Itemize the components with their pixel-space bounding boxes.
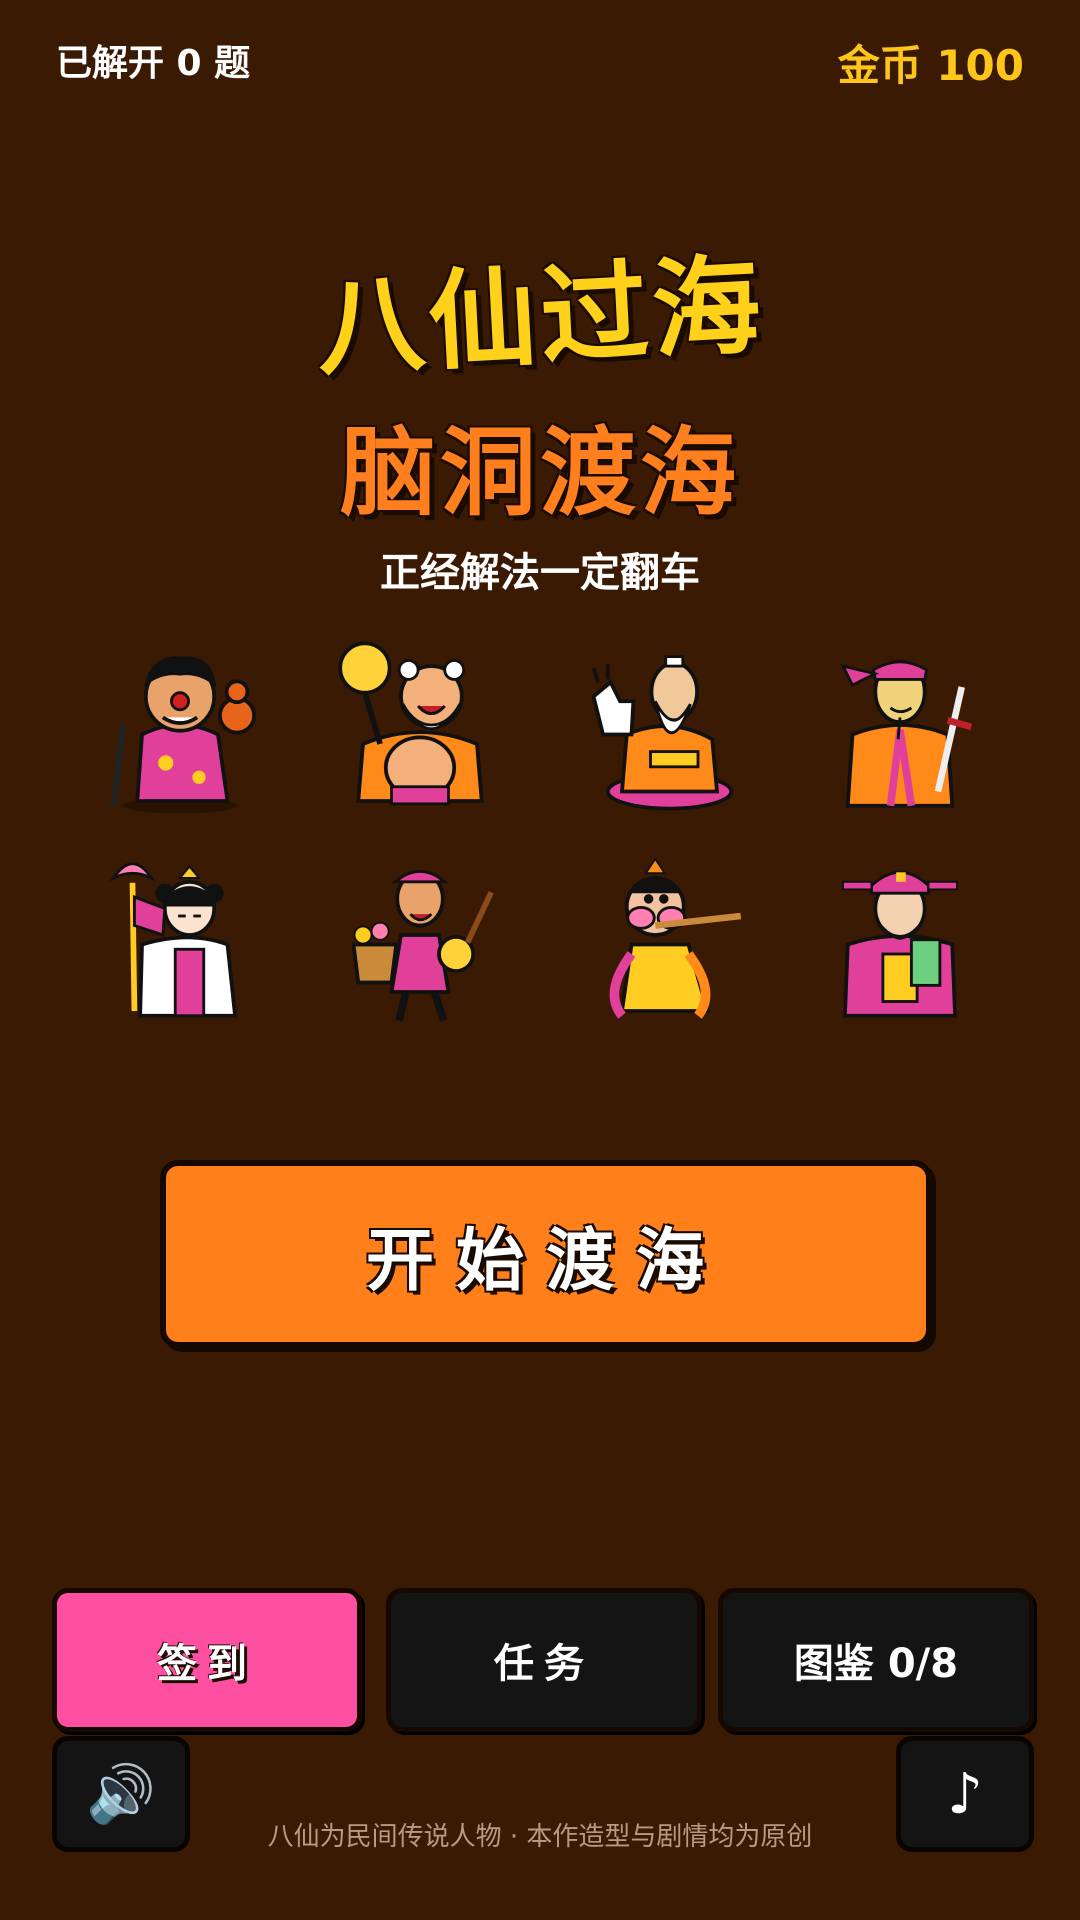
unlocked-count: 已解开 0 题 — [56, 43, 251, 84]
character-grid — [60, 620, 1020, 1040]
tasks-button[interactable]: 任务 — [386, 1588, 702, 1732]
hanxiangzi-character-icon — [540, 830, 780, 1040]
hanzhongli-character-icon — [300, 620, 540, 830]
start-game-button[interactable]: 开始渡海 — [160, 1160, 932, 1348]
disclaimer-footer: 八仙为民间传说人物 · 本作造型与剧情均为原创 — [267, 1822, 813, 1852]
album-button[interactable]: 图鉴 0/8 — [718, 1588, 1034, 1732]
game-subtitle: 脑洞渡海 — [340, 417, 740, 529]
game-home-screen: 已解开 0 题 金币 100 八仙过海 脑洞渡海 正经解法一定翻车 开始渡海 签… — [0, 0, 1080, 1920]
tieguaili-character-icon — [60, 620, 300, 830]
lvdongbin-character-icon — [780, 620, 1020, 830]
coin-balance: 金币 100 — [837, 41, 1024, 90]
zhangguolao-character-icon — [540, 620, 780, 830]
game-title: 八仙过海 — [313, 243, 768, 392]
checkin-button[interactable]: 签到 — [52, 1588, 362, 1732]
hexiangu-character-icon — [60, 830, 300, 1040]
tagline: 正经解法一定翻车 — [380, 550, 700, 596]
caoguojiu-character-icon — [780, 830, 1020, 1040]
lancaihe-character-icon — [300, 830, 540, 1040]
